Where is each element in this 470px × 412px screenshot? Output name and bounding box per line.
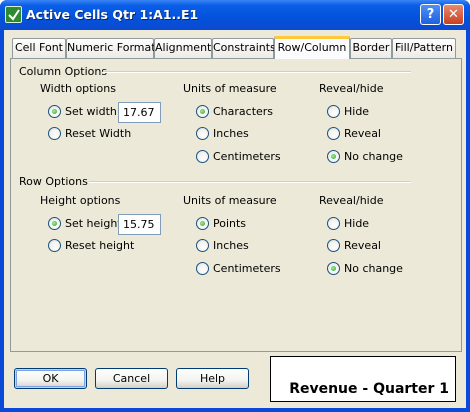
tab-fill-pattern[interactable]: Fill/Pattern: [392, 38, 456, 58]
points-label: Points: [213, 217, 247, 230]
ok-button[interactable]: OK: [14, 368, 87, 389]
radio-dot: [48, 239, 61, 252]
help-button[interactable]: Help: [176, 368, 249, 389]
tab-row-column[interactable]: Row/Column: [274, 36, 350, 59]
tab-strip: Cell Font Numeric Format Alignment Const…: [10, 36, 462, 59]
radio-dot: [196, 105, 209, 118]
set-width-label: Set width: [65, 105, 117, 118]
radio-dot: [327, 262, 340, 275]
dialog-body: Cell Font Numeric Format Alignment Const…: [4, 30, 466, 408]
height-options-heading: Height options: [40, 194, 121, 207]
cancel-button[interactable]: Cancel: [95, 368, 168, 389]
column-width-input[interactable]: 17.67: [118, 102, 161, 123]
tab-constraints[interactable]: Constraints: [212, 38, 276, 58]
close-icon[interactable]: ✕: [443, 4, 464, 25]
reset-height-label: Reset height: [65, 239, 135, 252]
no-change-label: No change: [344, 150, 403, 163]
preview-text: Revenue - Quarter 1: [289, 381, 449, 397]
tab-border[interactable]: Border: [350, 38, 392, 58]
radio-dot: [196, 150, 209, 163]
row-height-input[interactable]: 15.75: [118, 214, 161, 235]
title-bar[interactable]: Active Cells Qtr 1:A1..E1 ? ✕: [0, 0, 470, 30]
radio-dot: [327, 105, 340, 118]
radio-dot: [196, 239, 209, 252]
hide-label: Hide: [344, 217, 370, 230]
centimeters-label: Centimeters: [213, 262, 281, 275]
radio-dot: [48, 105, 61, 118]
characters-label: Characters: [213, 105, 274, 118]
radio-dot: [196, 217, 209, 230]
app-icon: [5, 6, 22, 23]
radio-dot: [327, 127, 340, 140]
column-reveal-heading: Reveal/hide: [319, 82, 384, 95]
radio-dot: [327, 217, 340, 230]
tab-numeric-format[interactable]: Numeric Format: [66, 38, 156, 58]
row-options-divider: [89, 181, 411, 183]
column-options-divider: [103, 71, 411, 73]
radio-dot: [48, 127, 61, 140]
width-options-heading: Width options: [40, 82, 116, 95]
reveal-label: Reveal: [344, 127, 381, 140]
row-units-heading: Units of measure: [183, 194, 277, 207]
reveal-label: Reveal: [344, 239, 381, 252]
column-options-title: Column Options: [19, 65, 108, 78]
row-column-panel: Column Options Width options Set width 1…: [10, 58, 462, 352]
inches-label: Inches: [213, 127, 249, 140]
tab-cell-font[interactable]: Cell Font: [12, 38, 66, 58]
hide-label: Hide: [344, 105, 370, 118]
set-height-label: Set height: [65, 217, 122, 230]
row-options-title: Row Options: [19, 175, 88, 188]
radio-dot: [327, 150, 340, 163]
radio-dot: [327, 239, 340, 252]
radio-dot: [196, 262, 209, 275]
help-icon[interactable]: ?: [420, 4, 441, 25]
radio-dot: [48, 217, 61, 230]
dialog-window: Active Cells Qtr 1:A1..E1 ? ✕ Cell Font …: [0, 0, 470, 412]
reset-width-label: Reset Width: [65, 127, 132, 140]
tab-alignment[interactable]: Alignment: [154, 38, 212, 58]
centimeters-label: Centimeters: [213, 150, 281, 163]
format-preview: Revenue - Quarter 1: [270, 356, 456, 402]
no-change-label: No change: [344, 262, 403, 275]
column-units-heading: Units of measure: [183, 82, 277, 95]
inches-label: Inches: [213, 239, 249, 252]
radio-dot: [196, 127, 209, 140]
window-title: Active Cells Qtr 1:A1..E1: [26, 7, 199, 22]
row-reveal-heading: Reveal/hide: [319, 194, 384, 207]
